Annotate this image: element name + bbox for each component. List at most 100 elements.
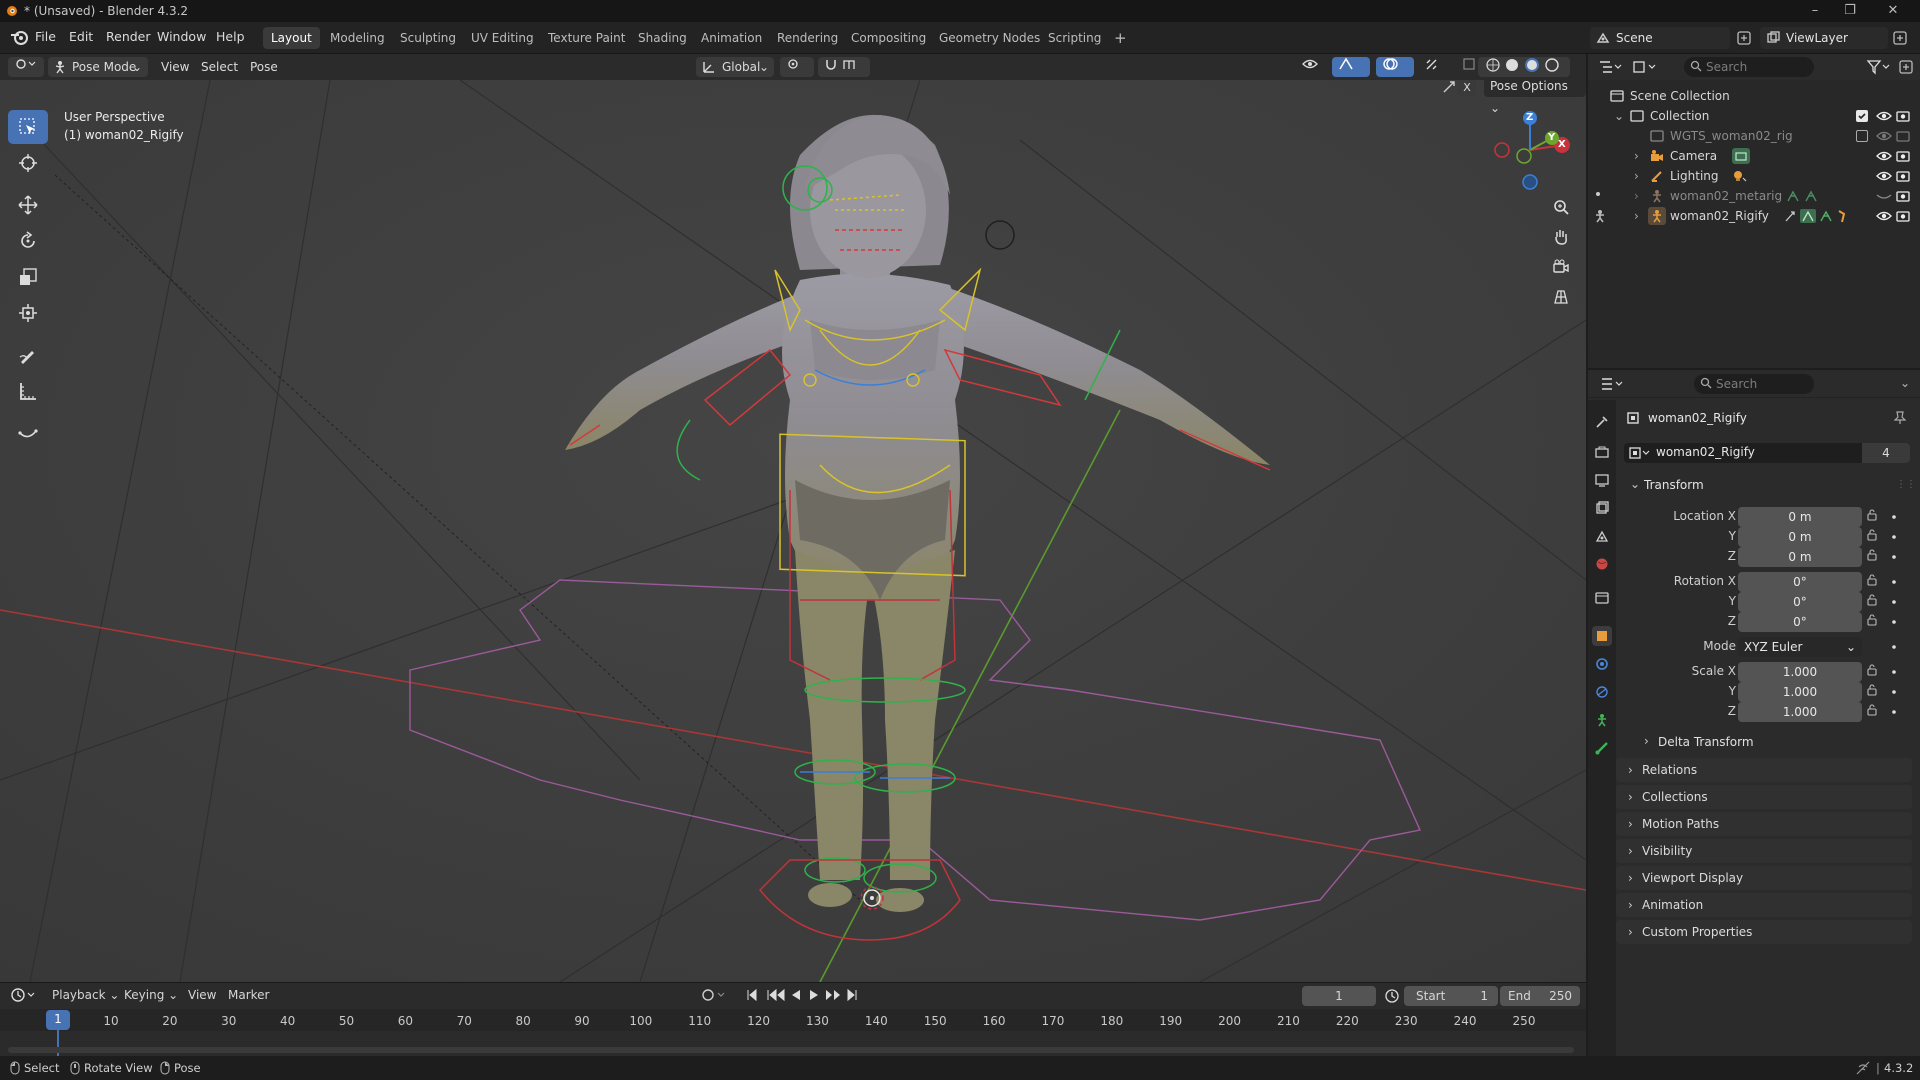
outliner-item-camera[interactable]: › Camera	[1588, 146, 1920, 166]
render-camera-icon[interactable]	[1896, 189, 1910, 203]
modifier-properties-tab[interactable]	[1592, 654, 1612, 674]
pin-icon[interactable]	[1894, 411, 1906, 425]
eye-hidden-icon[interactable]	[1876, 189, 1892, 203]
outliner-item-metarig[interactable]: › woman02_metarig	[1588, 186, 1920, 206]
delta-transform-header[interactable]: › Delta Transform	[1630, 732, 1910, 754]
camera-view-icon[interactable]	[1547, 253, 1575, 281]
tab-texture-paint[interactable]: Texture Paint	[540, 27, 633, 49]
view-layer-add-icon[interactable]	[1892, 30, 1908, 46]
scene-properties-tab[interactable]	[1592, 526, 1612, 546]
cursor-tool[interactable]	[8, 146, 48, 180]
view-layer-properties-tab[interactable]	[1592, 498, 1612, 518]
new-collection-icon[interactable]	[1898, 59, 1914, 75]
rotation-z-field[interactable]: 0°	[1738, 612, 1862, 632]
rotate-tool[interactable]	[8, 224, 48, 258]
scale-tool[interactable]	[8, 260, 48, 294]
scale-y-field[interactable]: 1.000	[1738, 682, 1862, 702]
menu-file[interactable]: File	[35, 29, 56, 44]
end-frame-field[interactable]: End 250	[1500, 986, 1580, 1006]
tab-layout[interactable]: Layout	[263, 27, 320, 49]
pivot-point-button[interactable]	[780, 57, 814, 77]
eye-icon[interactable]	[1876, 129, 1892, 143]
tab-shading[interactable]: Shading	[630, 27, 695, 49]
object-data-properties-tab[interactable]	[1592, 710, 1612, 730]
chevron-right-icon[interactable]: ›	[1634, 166, 1639, 186]
minimize-icon[interactable]: –	[1800, 2, 1830, 20]
playhead[interactable]: 1	[46, 1010, 70, 1030]
chevron-right-icon[interactable]: ›	[1634, 186, 1639, 206]
bend-bone-tool[interactable]	[8, 416, 48, 450]
visibility-icon[interactable]	[1296, 57, 1334, 77]
annotate-tool[interactable]	[8, 338, 48, 372]
location-y-field[interactable]: 0 m	[1738, 527, 1862, 547]
outliner-editor-icon[interactable]	[1598, 59, 1622, 75]
3d-viewport[interactable]: User Perspective (1) woman02_Rigify X Po…	[0, 80, 1586, 982]
editor-type-button[interactable]	[8, 57, 44, 77]
menu-help[interactable]: Help	[216, 29, 245, 44]
eye-icon[interactable]	[1876, 169, 1892, 183]
current-frame-field[interactable]: 1	[1302, 986, 1376, 1006]
tab-geometry-nodes[interactable]: Geometry Nodes	[931, 27, 1048, 49]
playback-controls[interactable]	[746, 987, 862, 1003]
tab-animation[interactable]: Animation	[693, 27, 770, 49]
chevron-down-icon[interactable]: ⌄	[1900, 376, 1910, 390]
eye-icon[interactable]	[1876, 109, 1892, 123]
transform-tool[interactable]	[8, 296, 48, 330]
playback-menu[interactable]: Playback ⌄	[52, 988, 119, 1002]
tab-uv-editing[interactable]: UV Editing	[463, 27, 542, 49]
light-icon[interactable]	[1732, 169, 1748, 183]
perspective-toggle-icon[interactable]	[1547, 283, 1575, 311]
output-properties-tab[interactable]	[1592, 470, 1612, 490]
overlay-toggle-button[interactable]	[1376, 57, 1414, 77]
properties-editor-icon[interactable]	[1600, 376, 1624, 392]
bone-overlay-icon[interactable]	[1418, 57, 1456, 77]
datablock-selector[interactable]: woman02_Rigify 4	[1624, 443, 1910, 463]
bone-properties-tab[interactable]	[1592, 738, 1612, 758]
menu-edit[interactable]: Edit	[69, 29, 93, 44]
render-properties-tab[interactable]	[1592, 442, 1612, 462]
marker-menu[interactable]: Marker	[228, 988, 269, 1002]
outliner-collection[interactable]: ⌄ Collection	[1588, 106, 1920, 126]
display-mode-icon[interactable]	[1632, 59, 1656, 75]
panel-custom-properties[interactable]: › Custom Properties	[1616, 920, 1912, 944]
render-camera-icon[interactable]	[1896, 209, 1910, 223]
gizmo-toggle-button[interactable]	[1332, 57, 1370, 77]
outliner-item-wgts[interactable]: WGTS_woman02_rig	[1588, 126, 1920, 146]
mirror-x-toggle[interactable]: X	[1458, 80, 1476, 96]
pose-options-dropdown[interactable]: Pose Options ⌄	[1484, 80, 1586, 115]
armature-overlay-icon[interactable]	[1440, 80, 1458, 96]
world-properties-tab[interactable]	[1592, 554, 1612, 574]
timeline-view-menu[interactable]: View	[188, 988, 216, 1002]
scale-z-field[interactable]: 1.000	[1738, 702, 1862, 722]
tab-rendering[interactable]: Rendering	[769, 27, 846, 49]
mode-dropdown[interactable]: Pose Mode ⌄	[48, 57, 148, 77]
filter-icon[interactable]	[1866, 59, 1890, 75]
chevron-right-icon[interactable]: ›	[1634, 146, 1639, 166]
outliner-scene-collection[interactable]: Scene Collection	[1588, 86, 1920, 106]
panel-viewport-display[interactable]: › Viewport Display	[1616, 866, 1912, 890]
outliner-item-rigify[interactable]: › woman02_Rigify	[1588, 206, 1920, 226]
location-x-field[interactable]: 0 m	[1738, 507, 1862, 527]
keying-menu[interactable]: Keying ⌄	[124, 988, 178, 1002]
scene-selector[interactable]: Scene	[1590, 27, 1730, 49]
select-box-tool[interactable]	[8, 110, 48, 144]
timeline-scrollbar[interactable]	[8, 1047, 1574, 1053]
shading-modes[interactable]	[1478, 57, 1570, 77]
eye-icon[interactable]	[1876, 209, 1892, 223]
scene-pin-icon[interactable]	[1736, 30, 1752, 46]
physics-properties-tab[interactable]	[1592, 682, 1612, 702]
panel-collections[interactable]: › Collections	[1616, 785, 1912, 809]
menu-render[interactable]: Render	[106, 29, 151, 44]
object-properties-tab[interactable]	[1592, 626, 1612, 646]
properties-search-input[interactable]: Search	[1694, 374, 1814, 394]
start-frame-field[interactable]: Start 1	[1404, 986, 1498, 1006]
location-z-field[interactable]: 0 m	[1738, 547, 1862, 567]
rig-data-icons[interactable]	[1784, 208, 1854, 224]
chevron-right-icon[interactable]: ›	[1634, 206, 1639, 226]
user-count[interactable]: 4	[1862, 443, 1910, 463]
drag-handle-icon[interactable]: ⋮⋮	[1896, 479, 1916, 490]
armature-data-icon[interactable]	[1786, 189, 1820, 203]
rotation-x-field[interactable]: 0°	[1738, 572, 1862, 592]
collection-properties-tab[interactable]	[1592, 588, 1612, 608]
transform-panel-header[interactable]: ⌄ Transform ⋮⋮	[1616, 473, 1916, 497]
